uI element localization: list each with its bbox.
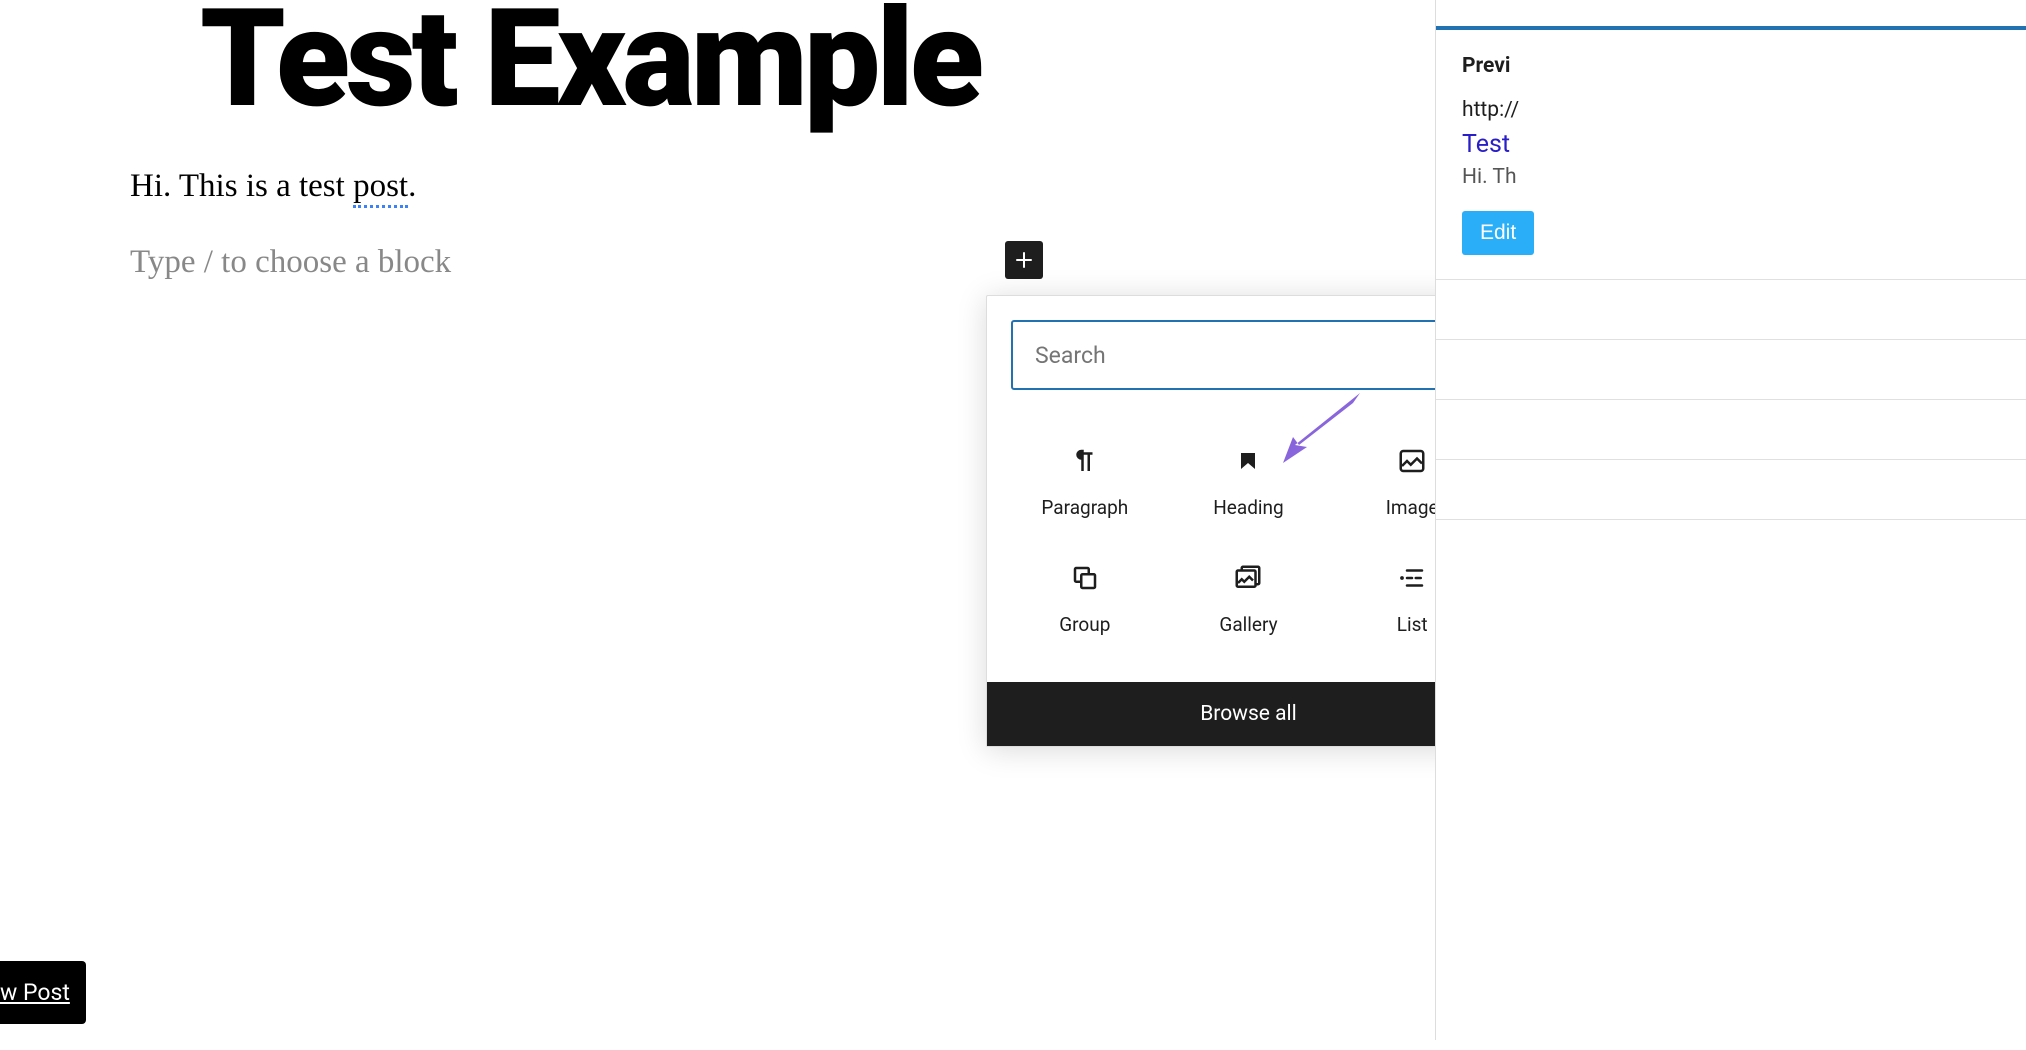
- block-paragraph[interactable]: Paragraph: [1003, 424, 1167, 541]
- list-icon: [1397, 563, 1427, 593]
- sidebar-panel[interactable]: [1436, 460, 2026, 520]
- editor-canvas: Test Example Hi. This is a test post. Ty…: [0, 0, 1435, 1050]
- heading-icon: [1233, 446, 1263, 476]
- preview-heading: Previ: [1462, 54, 2000, 78]
- group-icon: [1070, 563, 1100, 593]
- post-title[interactable]: Test Example: [200, 0, 980, 135]
- seo-preview-section: Previ http:// Test Hi. Th Edit: [1436, 30, 2026, 280]
- sidebar-panel[interactable]: [1436, 340, 2026, 400]
- block-label: Group: [1059, 613, 1110, 636]
- browse-all-button[interactable]: Browse all: [987, 682, 1510, 746]
- block-placeholder[interactable]: Type / to choose a block: [130, 244, 451, 281]
- sidebar-tab[interactable]: [1436, 0, 2026, 30]
- block-label: Gallery: [1219, 613, 1277, 636]
- plus-icon: [1012, 248, 1036, 272]
- post-content-paragraph[interactable]: Hi. This is a test post.: [130, 168, 416, 205]
- block-grid: Paragraph Heading Image: [987, 414, 1510, 682]
- block-search-input[interactable]: [1011, 320, 1486, 390]
- block-label: List: [1397, 613, 1428, 636]
- new-post-button[interactable]: w Post: [0, 961, 86, 1024]
- block-group[interactable]: Group: [1003, 541, 1167, 658]
- paragraph-icon: [1070, 446, 1100, 476]
- content-text-after: .: [408, 168, 416, 204]
- edit-snippet-button[interactable]: Edit: [1462, 211, 1534, 255]
- preview-snippet: Hi. Th: [1462, 165, 2000, 189]
- settings-sidebar: Previ http:// Test Hi. Th Edit: [1435, 0, 2026, 1040]
- block-label: Paragraph: [1041, 496, 1128, 519]
- spellcheck-word[interactable]: post: [353, 168, 408, 208]
- gallery-icon: [1233, 563, 1263, 593]
- block-gallery[interactable]: Gallery: [1167, 541, 1331, 658]
- add-block-button[interactable]: [1005, 241, 1043, 279]
- preview-title: Test: [1462, 130, 2000, 159]
- sidebar-panel[interactable]: [1436, 400, 2026, 460]
- image-icon: [1397, 446, 1427, 476]
- sidebar-panel[interactable]: [1436, 280, 2026, 340]
- block-label: Image: [1386, 496, 1439, 519]
- content-text: Hi. This is a test: [130, 168, 353, 204]
- search-wrapper: [987, 296, 1510, 414]
- block-inserter-popover: Paragraph Heading Image: [986, 295, 1511, 747]
- preview-url: http://: [1462, 98, 2000, 122]
- block-label: Heading: [1213, 496, 1283, 519]
- block-heading[interactable]: Heading: [1167, 424, 1331, 541]
